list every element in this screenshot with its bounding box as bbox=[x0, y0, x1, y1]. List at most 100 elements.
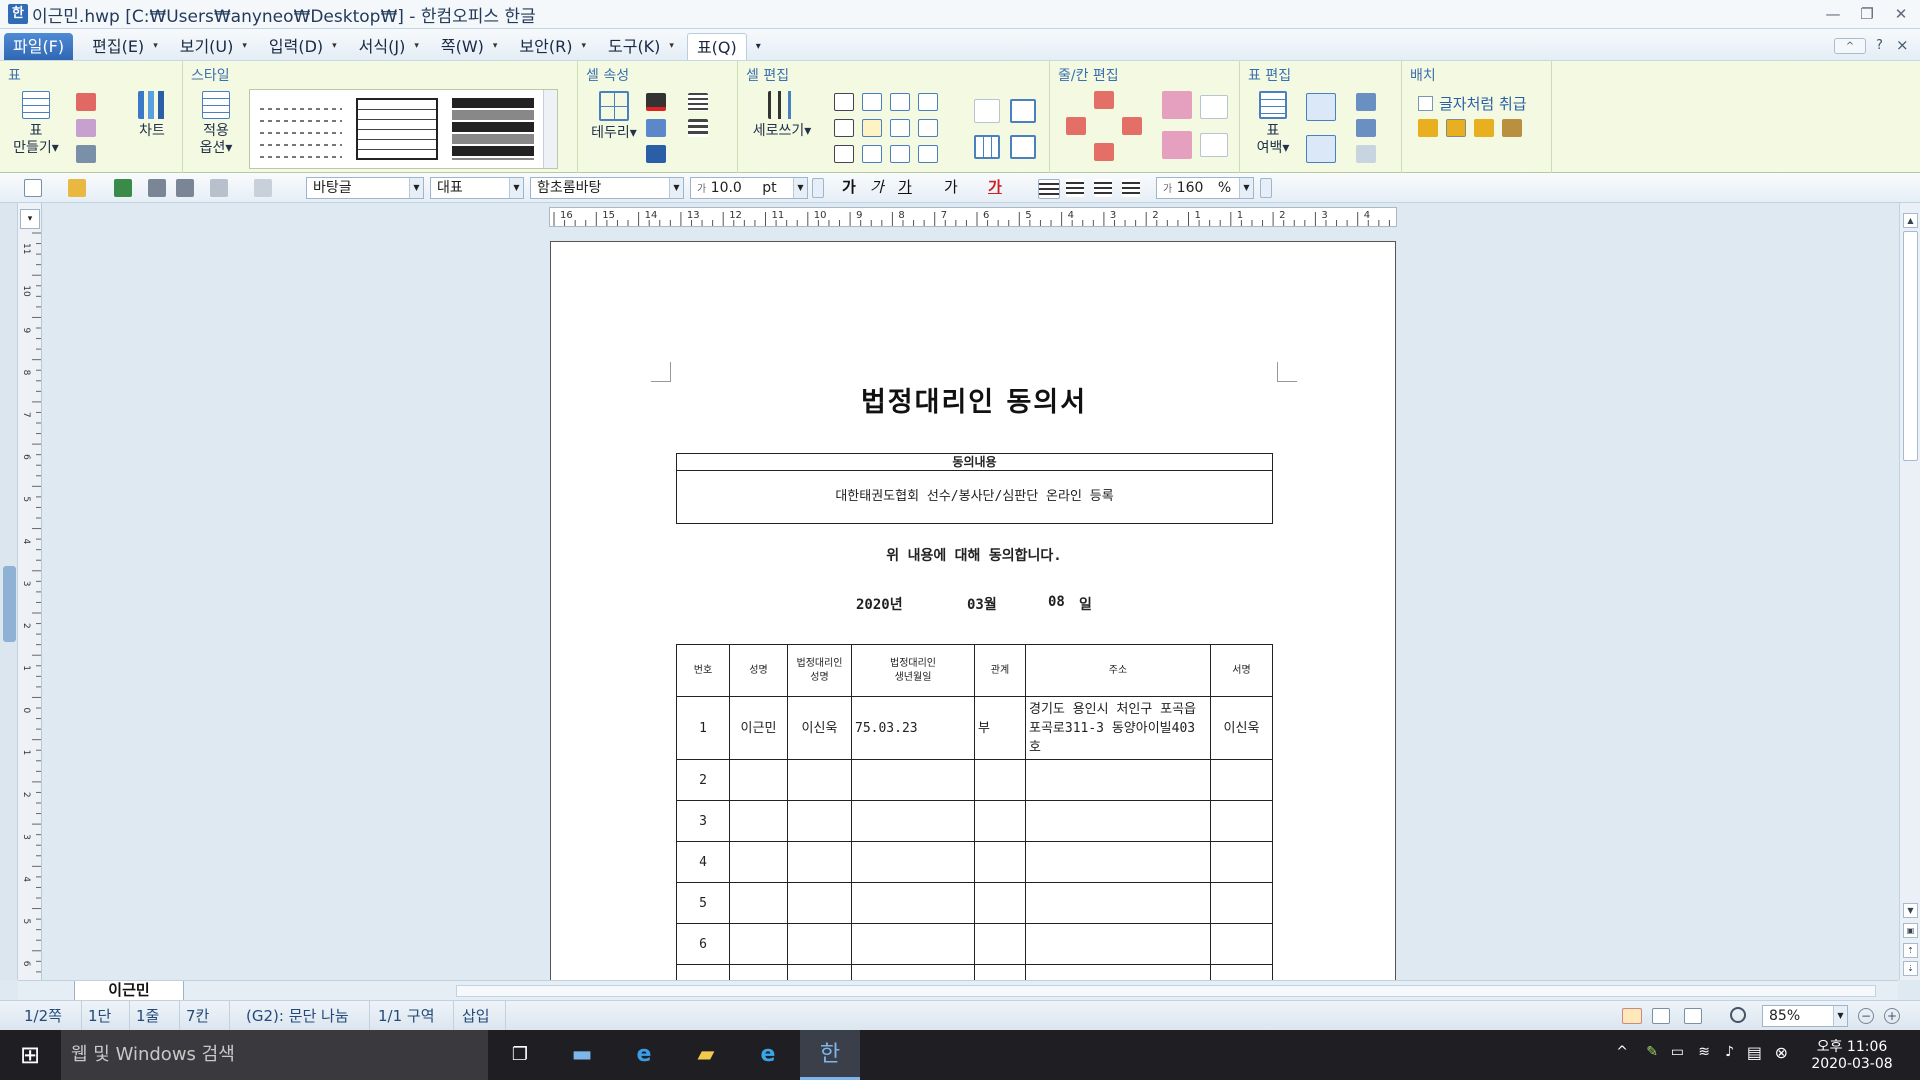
undo-icon[interactable] bbox=[210, 179, 228, 197]
convert-table-icon[interactable] bbox=[76, 145, 96, 163]
line-spacing-spinner[interactable] bbox=[1260, 178, 1272, 198]
style-select[interactable]: 바탕글 ▼ bbox=[306, 177, 424, 199]
distribute-cols-icon[interactable] bbox=[1200, 133, 1228, 157]
table-split-icon[interactable] bbox=[1306, 93, 1336, 121]
size-spinner[interactable] bbox=[812, 178, 824, 198]
zoom-out-icon[interactable]: − bbox=[1858, 1008, 1874, 1024]
page-up-icon[interactable]: ⇡ bbox=[1903, 943, 1918, 958]
menu-page[interactable]: 쪽(W) ▾ bbox=[432, 33, 507, 60]
header-cell-number[interactable]: 번호 bbox=[676, 644, 730, 697]
cell-address[interactable] bbox=[1025, 923, 1211, 965]
wrap-front-icon[interactable] bbox=[1474, 119, 1494, 137]
cell-relation[interactable] bbox=[974, 923, 1026, 965]
cell-shade-icon[interactable] bbox=[646, 145, 666, 163]
align-bottom-right-icon[interactable] bbox=[918, 145, 938, 163]
cell-number[interactable]: 6 bbox=[676, 923, 730, 965]
table-margin-button[interactable]: 표 여백▾ bbox=[1248, 91, 1298, 157]
edge-browser-icon[interactable]: e bbox=[614, 1030, 674, 1080]
close-button[interactable]: ✕ bbox=[1884, 0, 1918, 29]
menu-table[interactable]: 표(Q) bbox=[686, 33, 747, 60]
horizontal-scrollbar[interactable] bbox=[456, 985, 1876, 997]
align-top-right-icon[interactable] bbox=[918, 93, 938, 111]
border-color-icon[interactable] bbox=[646, 93, 666, 111]
font-select[interactable]: 함초롬바탕 ▼ bbox=[530, 177, 684, 199]
apply-options-button[interactable]: 적용 옵션▾ bbox=[191, 91, 241, 157]
treat-as-char-option[interactable]: 글자처럼 취급 bbox=[1418, 93, 1527, 114]
draft-view-icon[interactable] bbox=[1684, 1008, 1702, 1024]
cell-name[interactable] bbox=[729, 882, 788, 924]
align-top-center-icon[interactable] bbox=[890, 93, 910, 111]
tray-overflow-icon[interactable]: ^ bbox=[1616, 1044, 1628, 1060]
status-insert-mode[interactable]: 삽입 bbox=[456, 1001, 506, 1031]
font-color-button[interactable]: 가 bbox=[988, 176, 1002, 197]
consent-box[interactable]: 동의내용 대한태권도협회 선수/봉사단/심판단 온라인 등록 bbox=[676, 453, 1273, 524]
vertical-writing-button[interactable]: 세로쓰기▾ bbox=[744, 91, 820, 140]
taskbar-search[interactable]: 웹 및 Windows 검색 bbox=[61, 1030, 488, 1080]
print-icon[interactable] bbox=[148, 179, 166, 197]
menu-insert[interactable]: 입력(D) ▾ bbox=[260, 33, 346, 60]
cell-address[interactable] bbox=[1025, 841, 1211, 883]
col-split-icon[interactable] bbox=[974, 135, 1000, 159]
hwp-taskbar-icon[interactable]: 한 bbox=[800, 1030, 860, 1080]
menu-file[interactable]: 파일(F) bbox=[4, 33, 74, 60]
ime-icon[interactable]: ⊗ bbox=[1775, 1043, 1788, 1062]
underline-button[interactable]: 가 bbox=[898, 176, 912, 197]
align-bottom-center-icon[interactable] bbox=[890, 145, 910, 163]
status-page[interactable]: 1/2쪽 bbox=[18, 1001, 82, 1031]
cell-signature[interactable] bbox=[1210, 923, 1273, 965]
align-left-icon[interactable] bbox=[1066, 179, 1084, 197]
treat-as-char-checkbox[interactable] bbox=[1418, 96, 1433, 111]
cell-signature[interactable]: 이신욱 bbox=[1210, 696, 1273, 760]
cell-relation[interactable] bbox=[974, 800, 1026, 842]
menu-format[interactable]: 서식(J) ▾ bbox=[350, 33, 428, 60]
collapse-ribbon-button[interactable]: ^ bbox=[1834, 38, 1866, 54]
cell-birth[interactable] bbox=[851, 800, 975, 842]
cell-number[interactable]: 4 bbox=[676, 841, 730, 883]
align-center-left-icon[interactable] bbox=[862, 119, 882, 137]
align-center-right-icon[interactable] bbox=[918, 119, 938, 137]
font-size-input[interactable]: 가 10.0 pt ▼ bbox=[690, 177, 808, 199]
cell-guardian[interactable] bbox=[787, 800, 852, 842]
internet-explorer-icon[interactable]: e bbox=[738, 1030, 798, 1080]
consent-header[interactable]: 동의내용 bbox=[677, 454, 1272, 471]
header-cell-relation[interactable]: 관계 bbox=[974, 644, 1026, 697]
align-bottom-left-icon[interactable] bbox=[862, 145, 882, 163]
align-bottom-icon[interactable] bbox=[834, 145, 854, 163]
prev-page-icon[interactable]: ▣ bbox=[1903, 923, 1918, 938]
clock-date[interactable]: 2020-03-08 bbox=[1802, 1056, 1902, 1072]
cell-birth[interactable] bbox=[851, 923, 975, 965]
header-cell-name[interactable]: 성명 bbox=[729, 644, 788, 697]
borders-button[interactable]: 테두리▾ bbox=[586, 91, 642, 142]
battery-icon[interactable]: ▭ bbox=[1671, 1044, 1684, 1060]
cell-name[interactable] bbox=[729, 841, 788, 883]
border-style-icon[interactable] bbox=[688, 93, 708, 111]
minimize-button[interactable]: — bbox=[1816, 0, 1850, 29]
menu-tools[interactable]: 도구(K) ▾ bbox=[599, 33, 683, 60]
border-width-icon[interactable] bbox=[688, 119, 708, 137]
align-top-left-icon[interactable] bbox=[862, 93, 882, 111]
document-title[interactable]: 법정대리인 동의서 bbox=[551, 380, 1397, 419]
cell-guardian[interactable] bbox=[787, 841, 852, 883]
cell-relation[interactable] bbox=[974, 841, 1026, 883]
cell-guardian[interactable]: 이신욱 bbox=[787, 696, 852, 760]
make-table-button[interactable]: 표 만들기▾ bbox=[8, 91, 64, 157]
style-swatch-dark[interactable] bbox=[452, 98, 534, 160]
draw-table-icon[interactable] bbox=[76, 93, 96, 111]
cell-guardian[interactable] bbox=[787, 923, 852, 965]
page-down-icon[interactable]: ⇣ bbox=[1903, 961, 1918, 976]
cell-signature[interactable] bbox=[1210, 759, 1273, 801]
style-swatch-grid[interactable] bbox=[356, 98, 438, 160]
wrap-square-icon[interactable] bbox=[1418, 119, 1438, 137]
cell-name[interactable]: 이근민 bbox=[729, 696, 788, 760]
cell-name[interactable] bbox=[729, 759, 788, 801]
consent-content[interactable]: 대한태권도협회 선수/봉사단/심판단 온라인 등록 bbox=[677, 471, 1272, 522]
cell-birth[interactable] bbox=[851, 759, 975, 801]
notification-icon[interactable]: ▤ bbox=[1747, 1043, 1762, 1062]
cell-relation[interactable]: 부 bbox=[974, 696, 1026, 760]
document-tab[interactable]: 이근민 bbox=[74, 981, 184, 1001]
new-doc-icon[interactable] bbox=[24, 179, 42, 197]
menu-edit[interactable]: 편집(E) ▾ bbox=[83, 33, 167, 60]
cell-birth[interactable]: 75.03.23 bbox=[851, 696, 975, 760]
insert-row-above-icon[interactable] bbox=[1094, 91, 1114, 109]
cell-number[interactable]: 3 bbox=[676, 800, 730, 842]
